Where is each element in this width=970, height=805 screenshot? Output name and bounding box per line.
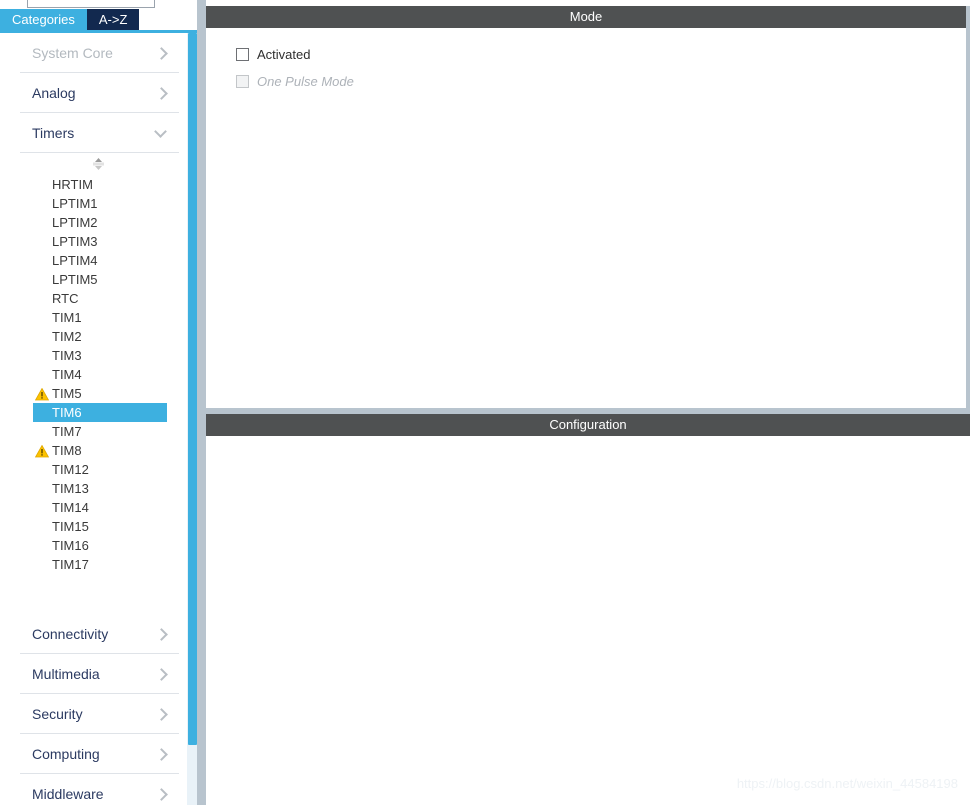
checkbox-one-pulse-mode [236, 74, 249, 88]
timer-item[interactable]: TIM12 [0, 460, 189, 479]
category-label: Connectivity [32, 625, 109, 642]
chevron-right-icon [155, 707, 169, 721]
category-row-timers[interactable]: Timers [20, 113, 179, 153]
mode-panel-title: Mode [206, 6, 966, 28]
warning-icon [34, 387, 50, 401]
timer-item-label: TIM8 [52, 443, 82, 458]
category-row-connectivity[interactable]: Connectivity [20, 614, 179, 654]
timer-item-label: TIM12 [52, 462, 89, 477]
timer-item-label: TIM17 [52, 557, 89, 572]
panel-tabs: Categories A->Z [0, 9, 206, 30]
timer-item[interactable]: LPTIM5 [0, 270, 189, 289]
category-label: Security [32, 705, 83, 722]
tab-a-to-z-label: A->Z [98, 12, 128, 27]
timer-item[interactable]: RTC [0, 289, 189, 308]
checkbox-activated-label: Activated [257, 46, 311, 62]
timer-item-label: TIM13 [52, 481, 89, 496]
category-row-computing[interactable]: Computing [20, 734, 179, 774]
timer-item[interactable]: TIM1 [0, 308, 189, 327]
chevron-right-icon [155, 787, 169, 801]
search-input[interactable] [28, 0, 154, 7]
timer-item-label: HRTIM [52, 177, 93, 192]
categories-list: System Core Analog Timers HRTIM LPTIM1 LPT… [0, 33, 189, 805]
category-label: System Core [32, 44, 113, 61]
chevron-right-icon [155, 86, 169, 100]
chevron-right-icon [155, 46, 169, 60]
timer-item[interactable]: TIM16 [0, 536, 189, 555]
timer-item[interactable]: TIM3 [0, 346, 189, 365]
timer-item[interactable]: TIM8 [0, 441, 189, 460]
timer-item-label: TIM3 [52, 348, 82, 363]
timer-item[interactable]: TIM15 [0, 517, 189, 536]
tab-categories[interactable]: Categories [0, 9, 87, 30]
timer-item-label: LPTIM3 [52, 234, 98, 249]
tab-a-to-z[interactable]: A->Z [86, 9, 140, 30]
chevron-right-icon [155, 667, 169, 681]
category-row-analog[interactable]: Analog [20, 73, 179, 113]
timer-item-label: TIM2 [52, 329, 82, 344]
timer-item[interactable]: TIM14 [0, 498, 189, 517]
timer-item-label: LPTIM2 [52, 215, 98, 230]
timer-item[interactable]: LPTIM4 [0, 251, 189, 270]
timer-item[interactable]: HRTIM [0, 175, 189, 194]
mode-panel-body: Activated One Pulse Mode [206, 28, 966, 408]
panel-divider [197, 0, 206, 805]
watermark-text: https://blog.csdn.net/weixin_44584198 [736, 776, 958, 791]
mode-panel: Mode Activated One Pulse Mode [206, 6, 966, 408]
category-row-multimedia[interactable]: Multimedia [20, 654, 179, 694]
sort-updown-icon[interactable] [0, 153, 189, 175]
timer-item[interactable]: TIM2 [0, 327, 189, 346]
category-row-system-core[interactable]: System Core [20, 33, 179, 73]
timer-item-label: TIM4 [52, 367, 82, 382]
timer-item-label: LPTIM4 [52, 253, 98, 268]
timer-item-label: TIM1 [52, 310, 82, 325]
category-row-security[interactable]: Security [20, 694, 179, 734]
checkbox-row-activated[interactable]: Activated [236, 45, 310, 63]
checkbox-row-one-pulse-mode: One Pulse Mode [236, 72, 354, 90]
category-label: Timers [32, 124, 75, 141]
category-label: Computing [32, 745, 100, 762]
timer-item[interactable]: LPTIM3 [0, 232, 189, 251]
category-label: Middleware [32, 785, 104, 802]
configuration-panel: Configuration https://blog.csdn.net/weix… [206, 414, 970, 805]
timer-item-label: TIM15 [52, 519, 89, 534]
left-panel: Categories A->Z System Core Analog Timer… [0, 0, 206, 805]
timer-item[interactable]: TIM7 [0, 422, 189, 441]
category-row-middleware[interactable]: Middleware [20, 774, 179, 805]
tab-categories-label: Categories [12, 12, 75, 27]
timer-item-label: TIM14 [52, 500, 89, 515]
timers-sublist: HRTIM LPTIM1 LPTIM2 LPTIM3 LPTIM4 LPTIM5 RTC TI… [0, 153, 189, 574]
timer-item[interactable]: TIM13 [0, 479, 189, 498]
timer-item-label: RTC [52, 291, 79, 306]
timer-item-label: TIM5 [52, 386, 82, 401]
configuration-panel-body: https://blog.csdn.net/weixin_44584198 [206, 436, 970, 805]
checkbox-one-pulse-mode-label: One Pulse Mode [257, 73, 354, 89]
timer-item[interactable]: LPTIM1 [0, 194, 189, 213]
right-content-area: Mode Activated One Pulse Mode Configurat… [206, 0, 970, 805]
chevron-right-icon [155, 627, 169, 641]
category-label: Multimedia [32, 665, 100, 682]
configuration-panel-title: Configuration [206, 414, 970, 436]
left-panel-scrollbar-thumb[interactable] [188, 33, 197, 745]
warning-icon [34, 444, 50, 458]
timer-item-label: TIM6 [52, 405, 82, 420]
checkbox-activated[interactable] [236, 47, 249, 61]
timer-item-label: LPTIM1 [52, 196, 98, 211]
timer-item[interactable]: TIM4 [0, 365, 189, 384]
chevron-right-icon [155, 747, 169, 761]
search-box[interactable] [27, 0, 155, 8]
timer-item-label: TIM7 [52, 424, 82, 439]
category-label: Analog [32, 84, 76, 101]
timer-item-label: TIM16 [52, 538, 89, 553]
timer-item[interactable]: LPTIM2 [0, 213, 189, 232]
chevron-down-icon [155, 126, 169, 140]
timer-item[interactable]: TIM17 [0, 555, 189, 574]
timer-item-label: LPTIM5 [52, 272, 98, 287]
timer-item[interactable]: TIM6 [33, 403, 167, 422]
timer-item[interactable]: TIM5 [0, 384, 189, 403]
